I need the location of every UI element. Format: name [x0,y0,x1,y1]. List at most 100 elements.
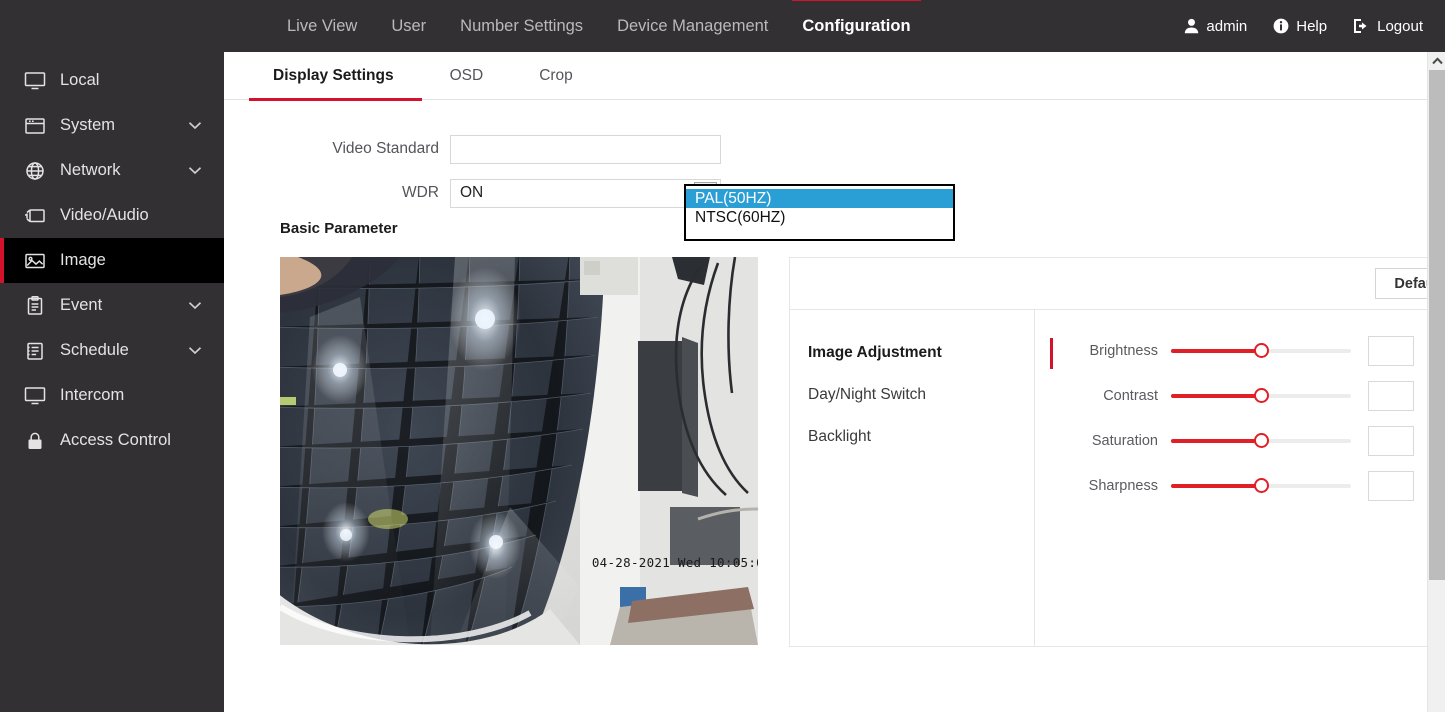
category-day-night-switch[interactable]: Day/Night Switch [808,374,1034,416]
help-button[interactable]: Help [1273,18,1327,35]
sidebar-item-label: Local [60,71,100,89]
dropdown-option-ntsc60hz[interactable]: NTSC(60HZ) [686,208,953,227]
settings-toolbar: Default [790,258,1445,310]
category-image-adjustment[interactable]: Image Adjustment [808,332,1053,374]
video-standard-dropdown-list[interactable]: PAL(50HZ) NTSC(60HZ) [684,184,955,241]
tab-strip: Display Settings OSD Crop [224,52,1445,101]
slider-brightness[interactable] [1171,342,1351,359]
chevron-down-icon[interactable] [188,301,202,310]
sidebar-item-label: System [60,116,116,134]
slider-value-input-sharpness[interactable] [1368,470,1414,501]
slider-handle[interactable] [1253,432,1269,448]
content-area: Display Settings OSD Crop Video Standard W… [224,52,1445,712]
wdr-select[interactable]: ON [450,178,721,208]
sidebar-item-schedule[interactable]: Schedule [0,328,224,373]
nav-item-live-view[interactable]: Live View [270,0,374,52]
nav-item-device-management[interactable]: Device Management [600,0,785,52]
chevron-up-icon [1431,57,1443,65]
chevron-down-icon[interactable] [188,346,202,355]
nav-item-configuration[interactable]: Configuration [785,0,927,52]
logout-label: Logout [1377,17,1423,35]
lock-icon [24,430,50,452]
tab-osd[interactable]: OSD [422,52,512,100]
slider-row-saturation: Saturation [1035,418,1445,463]
slider-sharpness[interactable] [1171,477,1351,494]
image-icon [24,250,50,272]
timestamp-overlay: 04-28-2021 Wed 10:05:0 [591,555,758,570]
slider-fill [1171,348,1261,353]
category-list: Image Adjustment Day/Night Switch Backligh… [790,310,1053,646]
sidebar-item-access-control[interactable]: Access Control [0,418,224,463]
slider-handle[interactable] [1253,342,1269,358]
sidebar-item-video-audio[interactable]: Video/Audio [0,193,224,238]
sidebar-item-label: Intercom [60,386,125,404]
slider-saturation[interactable] [1171,432,1351,449]
monitor-icon [24,70,50,92]
admin-user-button[interactable]: admin [1184,18,1247,35]
slider-value-input-contrast[interactable] [1368,380,1414,411]
tab-display-settings[interactable]: Display Settings [249,52,422,101]
dropdown-option-pal50hz[interactable]: PAL(50HZ) [686,189,953,208]
category-backlight[interactable]: Backlight [808,416,1034,458]
camera-scene [280,257,758,645]
slider-row-sharpness: Sharpness [1035,463,1445,508]
slider-label-saturation: Saturation [1091,432,1158,449]
slider-handle[interactable] [1253,477,1269,493]
sidebar-item-network[interactable]: Network [0,148,224,193]
monitor-icon [24,385,50,407]
logout-icon [1353,18,1370,34]
settings-body: Image Adjustment Day/Night Switch Backligh… [790,310,1445,646]
globe-icon [24,160,50,182]
wdr-value: ON [460,184,484,201]
sidebar-item-system[interactable]: System [0,103,224,148]
slider-label-sharpness: Sharpness [1088,477,1158,494]
sidebar-item-event[interactable]: Event [0,283,224,328]
video-standard-label: Video Standard [332,140,439,157]
image-settings-panel: Default Image Adjustment Day/Night Switch… [789,257,1445,647]
chevron-down-icon[interactable] [188,166,202,175]
sidebar-item-image[interactable]: Image [0,238,224,283]
slider-label-contrast: Contrast [1103,387,1158,404]
admin-label: admin [1206,17,1248,35]
slider-fill [1171,438,1261,443]
sidebar-item-label: Event [60,296,103,314]
nav-right-controls: admin Help Logout [1184,18,1445,35]
slider-contrast[interactable] [1171,387,1351,404]
sidebar-item-intercom[interactable]: Intercom [0,373,224,418]
user-icon [1184,18,1199,34]
sidebar-item-label: Schedule [60,341,129,359]
logout-button[interactable]: Logout [1353,18,1423,35]
slider-row-contrast: Contrast [1035,373,1445,418]
nav-item-number-settings[interactable]: Number Settings [443,0,600,52]
sidebar-item-label: Network [60,161,121,179]
sidebar-item-local[interactable]: Local [0,58,224,103]
tab-crop[interactable]: Crop [511,52,601,100]
window-icon [24,115,50,137]
camera-icon [24,205,50,227]
top-navigation-bar: Live View User Number Settings Device Manag… [0,0,1445,52]
sidebar-item-label: Video/Audio [60,206,149,224]
slider-value-input-brightness[interactable] [1368,335,1414,366]
nav-item-user[interactable]: User [374,0,443,52]
slider-row-brightness: Brightness [1035,328,1445,373]
video-standard-select[interactable] [450,134,721,164]
nav-items: Live View User Number Settings Device Manag… [270,0,928,52]
panels-row: 04-28-2021 Wed 10:05:0 Default Image Adj… [224,257,1445,647]
form-area: Video Standard WDR ON PAL(50HZ) NTSC(60HZ… [224,100,1445,241]
sidebar-item-label: Image [60,251,106,269]
slider-fill [1171,483,1261,488]
sidebar-item-label: Access Control [60,431,171,449]
slider-value-input-saturation[interactable] [1368,425,1414,456]
scrollbar-thumb[interactable] [1429,70,1445,580]
list-icon [24,340,50,362]
video-standard-row: Video Standard [224,132,1445,166]
slider-handle[interactable] [1253,387,1269,403]
video-preview[interactable]: 04-28-2021 Wed 10:05:0 [280,257,758,645]
help-label: Help [1296,17,1328,35]
sidebar-navigation: Local System Network Video/Audio Image Event S… [0,52,224,712]
slider-fill [1171,393,1261,398]
chevron-down-icon[interactable] [188,121,202,130]
scroll-up-button[interactable] [1428,52,1445,70]
slider-list: Brightness Contrast Saturation Sharpness [1035,310,1445,646]
vertical-scrollbar[interactable] [1427,52,1445,712]
